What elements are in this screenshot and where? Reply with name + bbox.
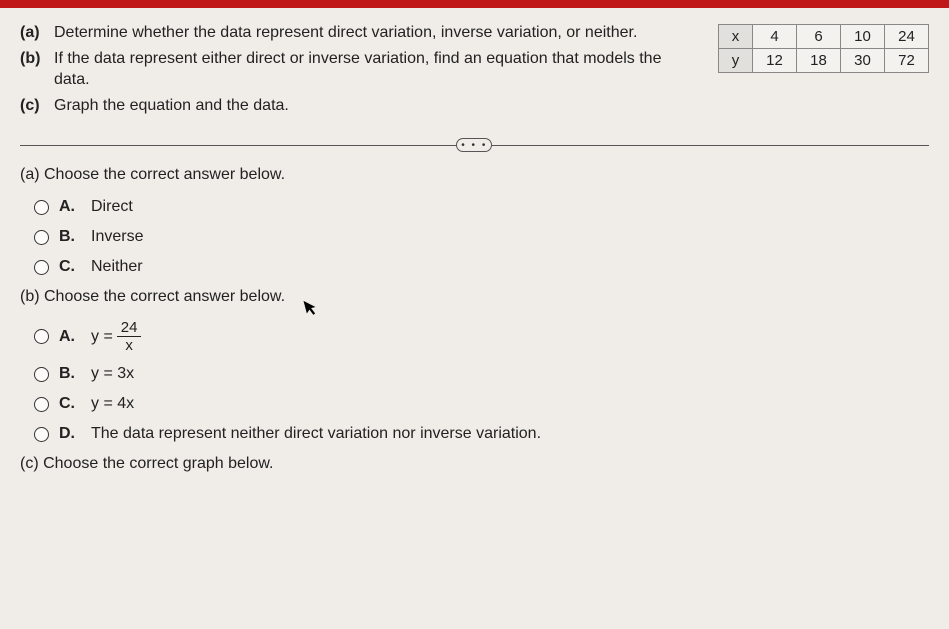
radio-a-C[interactable]: [34, 260, 49, 275]
option-b-D[interactable]: D. The data represent neither direct var…: [34, 425, 929, 443]
text-a: Determine whether the data represent dir…: [54, 22, 637, 44]
cell: 24: [885, 25, 929, 49]
cell: 10: [841, 25, 885, 49]
option-b-B[interactable]: B. y = 3x: [34, 365, 929, 383]
eq-lhs: y =: [91, 328, 113, 346]
radio-a-A[interactable]: [34, 200, 49, 215]
fraction-num: 24: [117, 320, 142, 337]
opt-text: y = 4x: [91, 395, 134, 413]
opt-text: Neither: [91, 258, 143, 276]
cell: 72: [885, 49, 929, 73]
xy-data-table: x 4 6 10 24 y 12 18 30 72: [718, 24, 929, 73]
part-a-options: A. Direct B. Inverse C. Neither: [34, 198, 929, 276]
table-row: y 12 18 30 72: [719, 49, 929, 73]
option-a-neither[interactable]: C. Neither: [34, 258, 929, 276]
option-a-direct[interactable]: A. Direct: [34, 198, 929, 216]
question-text-block: (a) Determine whether the data represent…: [20, 22, 698, 120]
section-divider: • • •: [20, 138, 929, 152]
option-a-inverse[interactable]: B. Inverse: [34, 228, 929, 246]
cell: 4: [753, 25, 797, 49]
opt-letter: B.: [59, 228, 81, 246]
question-b: (b) If the data represent either direct …: [20, 48, 698, 91]
cell: 18: [797, 49, 841, 73]
opt-letter: D.: [59, 425, 81, 443]
text-c: Graph the equation and the data.: [54, 95, 289, 117]
opt-equation: y = 24 x: [91, 320, 141, 353]
label-b: (b): [20, 48, 54, 91]
question-a: (a) Determine whether the data represent…: [20, 22, 698, 44]
radio-b-A[interactable]: [34, 329, 49, 344]
opt-letter: C.: [59, 258, 81, 276]
radio-b-D[interactable]: [34, 427, 49, 442]
fraction: 24 x: [117, 320, 142, 353]
cell: 6: [797, 25, 841, 49]
question-c: (c) Graph the equation and the data.: [20, 95, 698, 117]
part-c-prompt: (c) Choose the correct graph below.: [20, 455, 929, 473]
radio-b-C[interactable]: [34, 397, 49, 412]
opt-text: Direct: [91, 198, 133, 216]
part-b-prompt: (b) Choose the correct answer below.: [20, 288, 929, 306]
opt-letter: C.: [59, 395, 81, 413]
radio-a-B[interactable]: [34, 230, 49, 245]
radio-b-B[interactable]: [34, 367, 49, 382]
top-red-bar: [0, 0, 949, 8]
question-header: (a) Determine whether the data represent…: [20, 22, 929, 120]
expand-toggle[interactable]: • • •: [456, 138, 492, 152]
opt-text: y = 3x: [91, 365, 134, 383]
label-a: (a): [20, 22, 54, 44]
page-content: (a) Determine whether the data represent…: [0, 8, 949, 483]
opt-text: The data represent neither direct variat…: [91, 425, 541, 443]
dots-icon: • • •: [461, 140, 487, 151]
opt-text: Inverse: [91, 228, 143, 246]
cell: 30: [841, 49, 885, 73]
row-header-y: y: [719, 49, 753, 73]
text-b: If the data represent either direct or i…: [54, 48, 698, 91]
cell: 12: [753, 49, 797, 73]
table-row: x 4 6 10 24: [719, 25, 929, 49]
opt-letter: B.: [59, 365, 81, 383]
label-c: (c): [20, 95, 54, 117]
option-b-A[interactable]: A. y = 24 x: [34, 320, 929, 353]
part-b-options: A. y = 24 x B. y = 3x C. y = 4x D. The d…: [34, 320, 929, 443]
opt-letter: A.: [59, 328, 81, 346]
option-b-C[interactable]: C. y = 4x: [34, 395, 929, 413]
fraction-den: x: [125, 337, 133, 353]
part-a-prompt: (a) Choose the correct answer below.: [20, 166, 929, 184]
opt-letter: A.: [59, 198, 81, 216]
row-header-x: x: [719, 25, 753, 49]
